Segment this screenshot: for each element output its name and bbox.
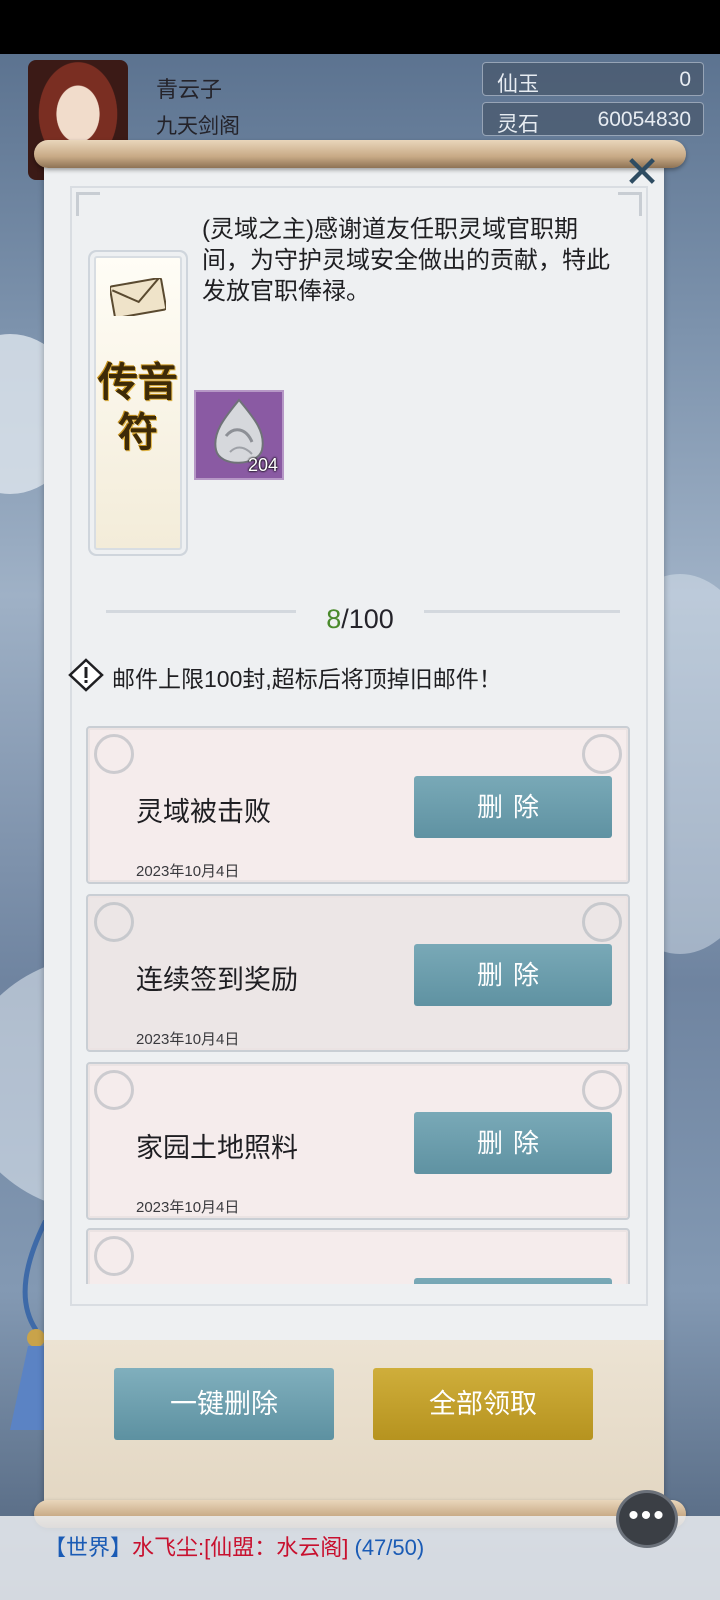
delete-button[interactable]: 删除	[414, 944, 612, 1006]
mail-date: 2023年10月4日	[136, 863, 240, 880]
chat-bar[interactable]: 【世界】水飞尘:[仙盟：水云阁] (47/50)	[0, 1516, 720, 1600]
resource-value: 60054830	[597, 108, 691, 131]
swirl-decoration	[94, 902, 134, 942]
letter-card: 传音符	[94, 256, 182, 550]
resource-value: 0	[679, 68, 691, 91]
chat-counter: (47/50)	[354, 1535, 425, 1560]
claim-all-button[interactable]: 全部领取	[373, 1368, 593, 1440]
player-name: 青云子	[156, 77, 223, 102]
swirl-decoration	[582, 734, 622, 774]
resource-xianyu: 仙玉 0	[482, 62, 704, 96]
mail-item[interactable]: 连续签到奖励 2023年10月4日 删除	[86, 894, 630, 1052]
mail-title: 连续签到奖励	[136, 965, 298, 995]
swirl-decoration	[582, 902, 622, 942]
resource-label: 灵石	[497, 113, 539, 136]
swirl-decoration	[94, 1070, 134, 1110]
mail-count: 8/100	[0, 604, 720, 635]
frame-corner	[618, 192, 642, 216]
player-sect: 九天剑阁	[156, 115, 240, 138]
resource-label: 仙玉	[497, 73, 539, 96]
scroll-rod-top	[34, 140, 686, 168]
frame-corner	[76, 192, 100, 216]
swirl-decoration	[582, 1070, 622, 1110]
chat-content: [仙盟：水云阁]	[204, 1535, 349, 1560]
resource-lingshi: 灵石 60054830	[482, 102, 704, 136]
mail-date: 2023年10月4日	[136, 1199, 240, 1216]
delete-all-button[interactable]: 一键删除	[114, 1368, 334, 1440]
reward-item[interactable]: 204	[194, 390, 284, 480]
mail-count-current: 8	[326, 604, 342, 634]
chat-speaker: 水飞尘:	[132, 1535, 205, 1560]
swirl-decoration	[94, 734, 134, 774]
chat-button[interactable]: •••	[616, 1490, 678, 1548]
chat-channel: 【世界】	[44, 1535, 133, 1560]
mail-item-partial[interactable]	[86, 1228, 630, 1284]
card-title: 传音符	[98, 359, 178, 456]
mail-date: 2023年10月4日	[136, 1031, 240, 1048]
mail-item[interactable]: 家园土地照料 2023年10月4日 删除	[86, 1062, 630, 1220]
swirl-decoration	[94, 1236, 134, 1276]
delete-button[interactable]	[414, 1278, 612, 1284]
chat-bubble-icon: •••	[628, 1499, 666, 1532]
status-bar	[0, 0, 720, 54]
mail-count-max: /100	[341, 604, 394, 634]
warning-text: 邮件上限100封,超标后将顶掉旧邮件！	[112, 666, 502, 692]
chat-message: 【世界】水飞尘:[仙盟：水云阁] (47/50)	[44, 1530, 424, 1562]
warning-icon	[68, 658, 104, 692]
envelope-icon	[110, 278, 166, 316]
delete-button[interactable]: 删除	[414, 1112, 612, 1174]
mail-limit-warning: 邮件上限100封,超标后将顶掉旧邮件！	[68, 656, 608, 696]
mail-item[interactable]: 灵域被击败 2023年10月4日 删除	[86, 726, 630, 884]
mail-title: 家园土地照料	[136, 1133, 298, 1163]
mail-list[interactable]: 灵域被击败 2023年10月4日 删除 连续签到奖励 2023年10月4日 删除…	[86, 726, 630, 1284]
reward-count: 204	[247, 455, 278, 475]
delete-button[interactable]: 删除	[414, 776, 612, 838]
mail-title: 灵域被击败	[136, 797, 271, 827]
mail-body: (灵域之主)感谢道友任职灵域官职期间，为守护灵域安全做出的贡献，特此发放官职俸禄…	[202, 216, 610, 305]
